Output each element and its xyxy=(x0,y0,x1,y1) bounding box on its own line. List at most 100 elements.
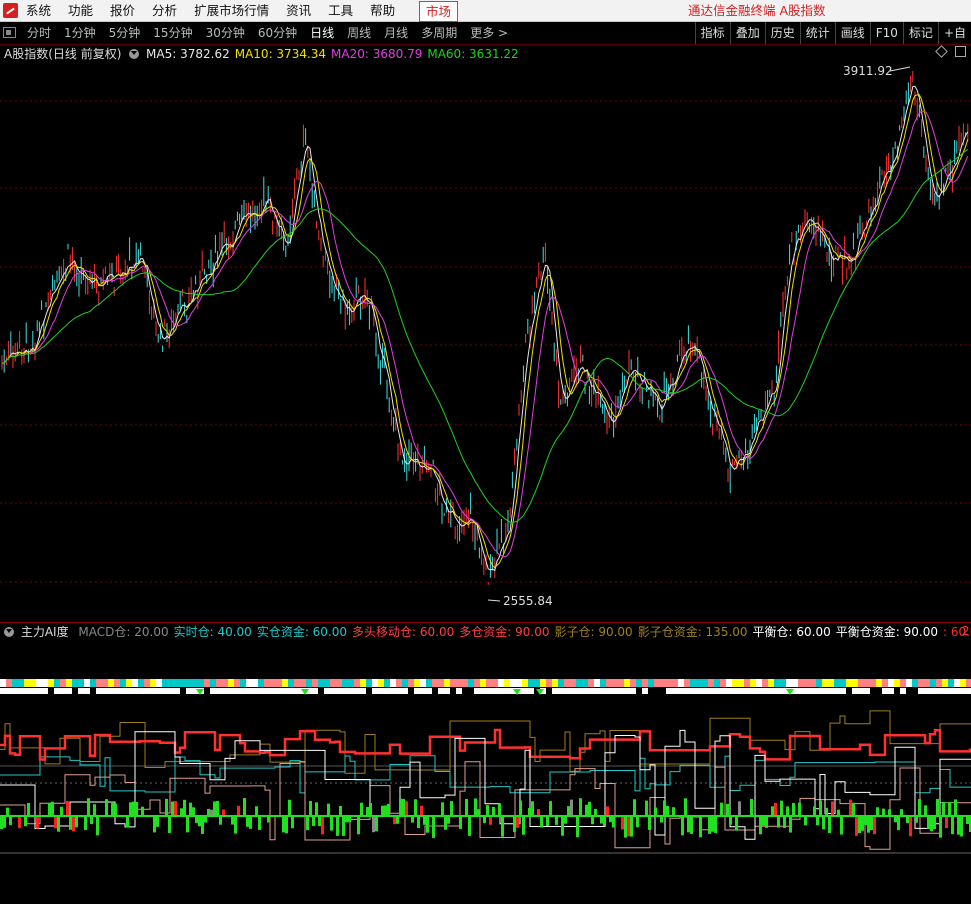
period-tabs: 分时 1分钟 5分钟 15分钟 30分钟 60分钟 日线 周线 月线 多周期 更多 > xyxy=(22,22,516,44)
tool-button[interactable]: 历史 xyxy=(764,22,800,44)
strip-cell xyxy=(6,679,12,687)
menu-item[interactable]: 分析 xyxy=(152,0,186,22)
histogram-bar xyxy=(237,805,240,816)
strip-cell xyxy=(570,679,576,687)
histogram-bar xyxy=(519,800,522,816)
tool-button[interactable]: 画线 xyxy=(834,22,870,44)
histogram-bar xyxy=(870,816,873,831)
period-tab[interactable]: 60分钟 xyxy=(253,22,305,44)
strip-cell xyxy=(522,679,528,687)
menu-item[interactable]: 资讯 xyxy=(286,0,320,22)
histogram-bar xyxy=(603,816,606,827)
period-tab[interactable]: 15分钟 xyxy=(148,22,200,44)
histogram-bar xyxy=(384,805,387,816)
strip-cell xyxy=(720,679,726,687)
tool-button[interactable]: F10 xyxy=(869,22,903,44)
strip-cell xyxy=(306,679,312,687)
period-tab[interactable]: 日线 xyxy=(305,22,342,44)
histogram-bar xyxy=(585,804,588,816)
indicator-name[interactable]: 主力AI度 xyxy=(21,625,69,639)
tool-button[interactable]: +自 xyxy=(937,22,971,44)
strip-cell xyxy=(672,688,678,694)
strip-cell xyxy=(318,688,324,694)
period-tab[interactable]: 更多 > xyxy=(465,22,516,44)
strip-cell xyxy=(330,679,336,687)
tool-buttons: 指标 叠加 历史 统计 画线 F10 标记 +自 xyxy=(694,22,971,44)
histogram-bar xyxy=(663,800,666,816)
strip-cell xyxy=(396,688,402,694)
histogram-bar xyxy=(606,806,609,816)
histogram-bar xyxy=(243,798,246,816)
strip-cell xyxy=(960,688,966,694)
period-tab[interactable]: 周线 xyxy=(342,22,379,44)
period-tab[interactable]: 月线 xyxy=(379,22,416,44)
histogram-bar xyxy=(567,806,570,816)
period-tab[interactable]: 1分钟 xyxy=(59,22,104,44)
indicator-dropdown-icon[interactable] xyxy=(4,627,14,637)
period-tab[interactable]: 多周期 xyxy=(416,22,465,44)
strip-cell xyxy=(726,688,732,694)
market-button[interactable]: 市场 xyxy=(419,1,459,22)
histogram-bar xyxy=(336,816,339,836)
strip-cell xyxy=(924,688,930,694)
legend-dropdown-icon[interactable] xyxy=(129,49,140,59)
strip-cell xyxy=(738,679,744,687)
indicator-legend-item: 实时仓: 40.00 xyxy=(173,625,252,639)
strip-cell xyxy=(606,679,612,687)
histogram-bar xyxy=(450,801,453,816)
period-tab[interactable]: 5分钟 xyxy=(104,22,149,44)
panel-toggle-icon[interactable] xyxy=(3,27,16,38)
histogram-bar xyxy=(129,802,132,816)
high-arrow xyxy=(889,66,911,72)
strip-cell xyxy=(570,688,576,694)
strip-cell xyxy=(780,679,786,687)
menu-item[interactable]: 扩展市场行情 xyxy=(194,0,278,22)
strip-cell xyxy=(240,679,246,687)
period-tab[interactable]: 30分钟 xyxy=(201,22,253,44)
histogram-bar xyxy=(855,816,858,836)
histogram-bar xyxy=(246,816,249,827)
histogram-bar xyxy=(672,807,675,816)
strip-cell xyxy=(732,679,738,687)
histogram-bar xyxy=(966,816,969,825)
period-toolbar: 分时 1分钟 5分钟 15分钟 30分钟 60分钟 日线 周线 月线 多周期 更多 > 指标 叠加 历史… xyxy=(0,22,971,45)
strip-cell xyxy=(564,688,570,694)
menu-item[interactable]: 系统 xyxy=(26,0,60,22)
histogram-bar xyxy=(645,800,648,816)
tool-button[interactable]: 叠加 xyxy=(729,22,765,44)
strip-cell xyxy=(246,688,252,694)
menu-item[interactable]: 功能 xyxy=(68,0,102,22)
kline-chart[interactable]: 3911.92 2555.84 xyxy=(0,45,971,904)
histogram-bar xyxy=(84,816,87,831)
histogram-bar xyxy=(612,816,615,828)
square-icon[interactable] xyxy=(955,46,966,57)
strip-cell xyxy=(888,679,894,687)
tool-button[interactable]: 统计 xyxy=(799,22,835,44)
period-tab[interactable]: 分时 xyxy=(22,22,59,44)
strip-cell xyxy=(714,688,720,694)
histogram-bar xyxy=(561,816,564,836)
strip-cell xyxy=(36,688,42,694)
menu-item[interactable]: 工具 xyxy=(328,0,362,22)
strip-cell xyxy=(252,688,258,694)
histogram-bar xyxy=(417,816,420,829)
strip-cell xyxy=(54,679,60,687)
strip-cell xyxy=(348,679,354,687)
histogram-bar xyxy=(51,801,54,816)
strip-cell xyxy=(228,679,234,687)
histogram-bar xyxy=(96,816,99,836)
histogram-bar xyxy=(771,806,774,816)
strip-cell xyxy=(618,688,624,694)
histogram-bar xyxy=(600,816,603,824)
histogram-bar xyxy=(0,816,3,830)
strip-cell xyxy=(30,679,36,687)
menu-item[interactable]: 报价 xyxy=(110,0,144,22)
menu-item[interactable]: 帮助 xyxy=(370,0,404,22)
histogram-bar xyxy=(141,806,144,816)
tool-button[interactable]: 指标 xyxy=(694,22,730,44)
histogram-bar xyxy=(528,808,531,816)
tool-button[interactable]: 标记 xyxy=(902,22,938,44)
histogram-bar xyxy=(198,816,201,827)
strip-cell xyxy=(102,679,108,687)
strip-cell xyxy=(492,679,498,687)
